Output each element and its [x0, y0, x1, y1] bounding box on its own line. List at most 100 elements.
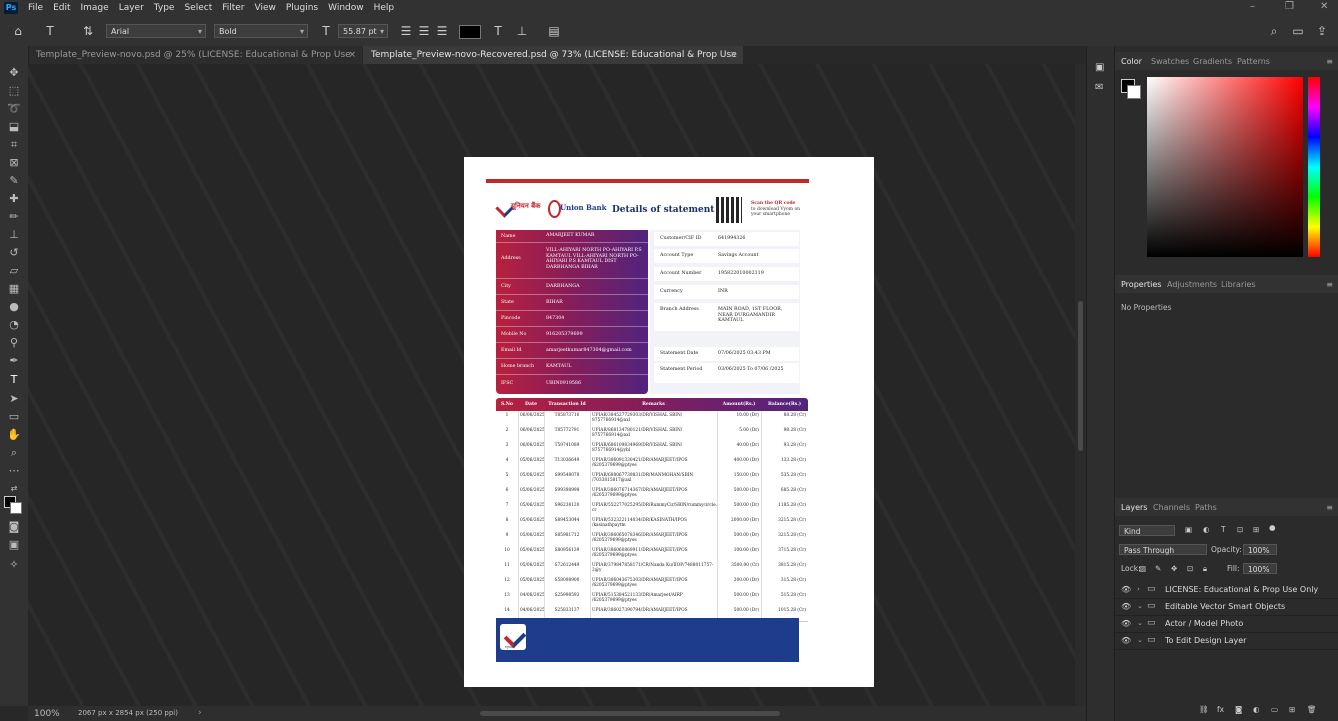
tab-channels[interactable]: Channels: [1153, 503, 1190, 512]
3d-text-icon[interactable]: ⊥: [514, 23, 530, 39]
close-window-icon[interactable]: ✕: [1320, 1, 1328, 12]
move-tool-icon[interactable]: ✥: [6, 66, 22, 80]
pen-tool-icon[interactable]: ✒: [6, 354, 22, 368]
minimize-icon[interactable]: –: [1250, 1, 1255, 12]
comments-panel-icon[interactable]: ✉: [1095, 82, 1103, 93]
menu-image[interactable]: Image: [76, 3, 114, 13]
expand-arrow-icon[interactable]: ›: [1137, 581, 1140, 598]
crop-tool-icon[interactable]: ⌗: [6, 138, 22, 152]
tab-adjustments[interactable]: Adjustments: [1167, 280, 1217, 289]
layer-row[interactable]: 👁︎ ⌄ ▭ To Edit Design Layer: [1115, 632, 1338, 650]
tab-properties[interactable]: Properties: [1121, 280, 1161, 289]
tab-patterns[interactable]: Patterns: [1237, 57, 1270, 66]
type-tool-preset-icon[interactable]: T: [42, 23, 58, 39]
menu-type[interactable]: Type: [149, 3, 180, 13]
blend-mode-select[interactable]: Pass Through: [1119, 544, 1207, 555]
workspace-icon[interactable]: ▭: [1290, 23, 1306, 39]
history-panel-icon[interactable]: ▣: [1095, 62, 1104, 73]
dodge-tool-icon[interactable]: ◔: [6, 318, 22, 332]
delete-layer-icon[interactable]: 🗑︎: [1307, 704, 1317, 716]
scroll-thumb[interactable]: [1078, 301, 1083, 451]
background-color-swatch[interactable]: [1127, 85, 1141, 99]
opacity-field[interactable]: 100%: [1243, 544, 1277, 555]
menu-help[interactable]: Help: [369, 3, 400, 13]
layer-row[interactable]: 👁︎ ⌄ ▭ Actor / Model Photo: [1115, 615, 1338, 633]
healing-brush-tool-icon[interactable]: ✚: [6, 192, 22, 206]
font-style-select[interactable]: Bold ▾: [214, 24, 308, 38]
align-center-icon[interactable]: ☰: [416, 23, 432, 39]
generative-icon[interactable]: ✧: [6, 558, 22, 572]
menu-view[interactable]: View: [250, 3, 281, 13]
visibility-eye-icon[interactable]: 👁︎: [1121, 598, 1131, 615]
filter-adjustment-icon[interactable]: ◐: [1203, 524, 1210, 536]
tab-libraries[interactable]: Libraries: [1221, 280, 1256, 289]
restore-icon[interactable]: ❐: [1285, 1, 1294, 12]
filter-type-icon[interactable]: T: [1221, 524, 1226, 536]
filter-toggle-icon[interactable]: ●: [1269, 522, 1276, 534]
object-selection-tool-icon[interactable]: ⬓: [6, 120, 22, 134]
lock-position-icon[interactable]: ✥: [1171, 563, 1177, 575]
tab-color[interactable]: Color: [1121, 57, 1142, 66]
layer-style-icon[interactable]: fx: [1217, 704, 1224, 716]
layer-row[interactable]: 👁︎ › ▭ LICENSE: Educational & Prop Use Only: [1115, 581, 1338, 599]
rectangle-tool-icon[interactable]: ▭: [6, 410, 22, 424]
gradient-tool-icon[interactable]: ▦: [6, 282, 22, 296]
menu-plugins[interactable]: Plugins: [281, 3, 323, 13]
warp-text-icon[interactable]: T: [490, 23, 506, 39]
eyedropper-tool-icon[interactable]: ✎: [6, 174, 22, 188]
new-group-icon[interactable]: ▭: [1271, 704, 1278, 716]
close-icon[interactable]: ×: [348, 46, 356, 64]
tab-gradients[interactable]: Gradients: [1193, 57, 1232, 66]
zoom-tool-icon[interactable]: ⌕: [6, 446, 22, 460]
menu-layer[interactable]: Layer: [114, 3, 149, 13]
panel-menu-icon[interactable]: ≡: [1326, 503, 1333, 512]
blur-tool-icon[interactable]: ●: [6, 300, 22, 314]
expand-arrow-icon[interactable]: ⌄: [1137, 632, 1143, 649]
status-arrow-icon[interactable]: ›: [198, 708, 202, 718]
horizontal-scroll-thumb[interactable]: [480, 711, 780, 716]
fill-field[interactable]: 100%: [1243, 563, 1277, 574]
brush-tool-icon[interactable]: ✏: [6, 210, 22, 224]
screen-mode-icon[interactable]: ▣: [6, 538, 22, 552]
tab-template-preview[interactable]: Template_Preview-novo.psd @ 25% (LICENSE…: [28, 46, 362, 78]
eraser-tool-icon[interactable]: ▱: [6, 264, 22, 278]
hand-tool-icon[interactable]: ✋: [6, 428, 22, 442]
lock-image-icon[interactable]: ✎: [1155, 563, 1161, 575]
clone-stamp-tool-icon[interactable]: ⊥: [6, 228, 22, 242]
character-panel-icon[interactable]: ▤: [546, 23, 562, 39]
filter-smart-object-icon[interactable]: ⊞: [1253, 524, 1259, 536]
menu-filter[interactable]: Filter: [217, 3, 249, 13]
filter-pixel-icon[interactable]: ▣: [1185, 524, 1192, 536]
lock-transparent-icon[interactable]: ▨: [1139, 563, 1146, 575]
layer-kind-filter[interactable]: Kind: [1119, 525, 1175, 536]
more-tools-icon[interactable]: ⋯: [6, 464, 22, 478]
layer-row[interactable]: 👁︎ ⌄ ▭ Editable Vector Smart Objects: [1115, 598, 1338, 616]
menu-select[interactable]: Select: [179, 3, 217, 13]
type-tool-icon[interactable]: T: [6, 373, 22, 387]
lock-all-icon[interactable]: 🔒︎: [1203, 563, 1207, 575]
panel-menu-icon[interactable]: ≡: [1326, 57, 1333, 66]
path-selection-tool-icon[interactable]: ➤: [6, 392, 22, 406]
history-brush-tool-icon[interactable]: ↺: [6, 246, 22, 260]
panel-menu-icon[interactable]: ≡: [1326, 280, 1333, 289]
expand-arrow-icon[interactable]: ⌄: [1137, 615, 1143, 632]
adjustment-layer-icon[interactable]: ◐: [1253, 704, 1260, 716]
tab-paths[interactable]: Paths: [1195, 503, 1217, 512]
add-mask-icon[interactable]: ◙: [1235, 704, 1242, 716]
menu-edit[interactable]: Edit: [48, 3, 75, 13]
frame-tool-icon[interactable]: ⊠: [6, 156, 22, 170]
close-icon[interactable]: ×: [729, 46, 737, 64]
search-icon[interactable]: ⌕: [1266, 23, 1282, 39]
lasso-tool-icon[interactable]: ➰: [6, 102, 22, 116]
menu-file[interactable]: File: [23, 3, 48, 13]
vertical-scrollbar[interactable]: [1075, 64, 1086, 706]
home-icon[interactable]: ⌂: [10, 23, 26, 39]
zoom-level[interactable]: 100%: [34, 709, 60, 719]
tab-swatches[interactable]: Swatches: [1151, 57, 1189, 66]
marquee-tool-icon[interactable]: ⬚: [6, 84, 22, 98]
expand-arrow-icon[interactable]: ⌄: [1137, 598, 1143, 615]
lock-artboard-icon[interactable]: ⊡: [1187, 563, 1193, 575]
swap-colors-icon[interactable]: ⇄: [6, 482, 22, 496]
filter-shape-icon[interactable]: ⊡: [1237, 524, 1243, 536]
tab-layers[interactable]: Layers: [1121, 503, 1147, 512]
